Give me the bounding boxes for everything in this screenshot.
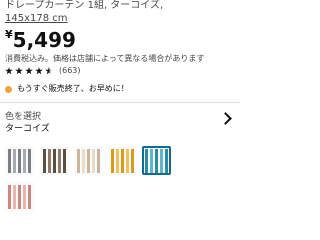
curtain-panel bbox=[145, 148, 148, 173]
curtain-panel bbox=[53, 148, 56, 173]
curtain-panel bbox=[18, 148, 21, 173]
color-selector-label: 色を選択 bbox=[5, 112, 42, 122]
curtain-panel bbox=[28, 184, 31, 209]
chevron-right-icon[interactable] bbox=[219, 112, 232, 125]
curtain-panel bbox=[13, 184, 16, 209]
curtain-panel bbox=[43, 148, 46, 173]
rating-stars bbox=[5, 67, 53, 75]
price: ¥5,499 bbox=[5, 28, 76, 54]
rating[interactable]: (663) bbox=[5, 65, 81, 77]
star-icon bbox=[15, 67, 23, 75]
curtain-panel bbox=[87, 148, 90, 173]
price-currency: ¥ bbox=[5, 28, 13, 41]
status-dot-icon bbox=[5, 85, 12, 93]
color-swatch-gray[interactable] bbox=[5, 146, 34, 175]
curtain-panel bbox=[13, 148, 16, 173]
curtain-panel bbox=[82, 148, 85, 173]
curtain-panel bbox=[111, 148, 114, 173]
curtain-panel bbox=[126, 148, 129, 173]
color-swatch-pink[interactable] bbox=[5, 182, 34, 211]
curtain-panel bbox=[155, 148, 158, 173]
curtain-panel bbox=[160, 148, 163, 173]
color-swatch-yellow[interactable] bbox=[108, 146, 137, 175]
curtain-panel bbox=[8, 148, 11, 173]
star-icon bbox=[25, 67, 33, 75]
availability: もうすぐ販売終了、お早めに！ bbox=[5, 83, 129, 95]
color-swatch-beige[interactable] bbox=[74, 146, 103, 175]
curtain-panel bbox=[77, 148, 80, 173]
tax-note: 消費税込み。価格は店舗によって異なる場合があります bbox=[5, 54, 205, 63]
curtain-panel bbox=[23, 184, 26, 209]
curtain-panel bbox=[97, 148, 100, 173]
curtain-panel bbox=[121, 148, 124, 173]
review-count[interactable]: (663) bbox=[59, 65, 81, 77]
curtain-panel bbox=[92, 148, 95, 173]
availability-text: もうすぐ販売終了、お早めに！ bbox=[17, 84, 129, 93]
star-icon bbox=[35, 67, 43, 75]
curtain-panel bbox=[28, 148, 31, 173]
curtain-panel bbox=[165, 148, 168, 173]
product-size-link[interactable]: 145x178 cm bbox=[5, 13, 68, 25]
selected-color: ターコイズ bbox=[5, 124, 50, 134]
curtain-panel bbox=[48, 148, 51, 173]
curtain-panel bbox=[23, 148, 26, 173]
divider bbox=[0, 102, 240, 103]
curtain-panel bbox=[8, 184, 11, 209]
curtain-panel bbox=[18, 184, 21, 209]
curtain-panel bbox=[150, 148, 153, 173]
color-swatch-turquoise[interactable] bbox=[142, 146, 171, 175]
star-icon bbox=[5, 67, 13, 75]
price-value: 5,499 bbox=[12, 28, 76, 52]
curtain-panel bbox=[58, 148, 61, 173]
color-swatch-brown[interactable] bbox=[40, 146, 69, 175]
product-description: ドレープカーテン 1組, ターコイズ, bbox=[5, 0, 164, 11]
curtain-panel bbox=[131, 148, 134, 173]
curtain-panel bbox=[63, 148, 66, 173]
half-star-icon bbox=[45, 67, 53, 75]
curtain-panel bbox=[116, 148, 119, 173]
